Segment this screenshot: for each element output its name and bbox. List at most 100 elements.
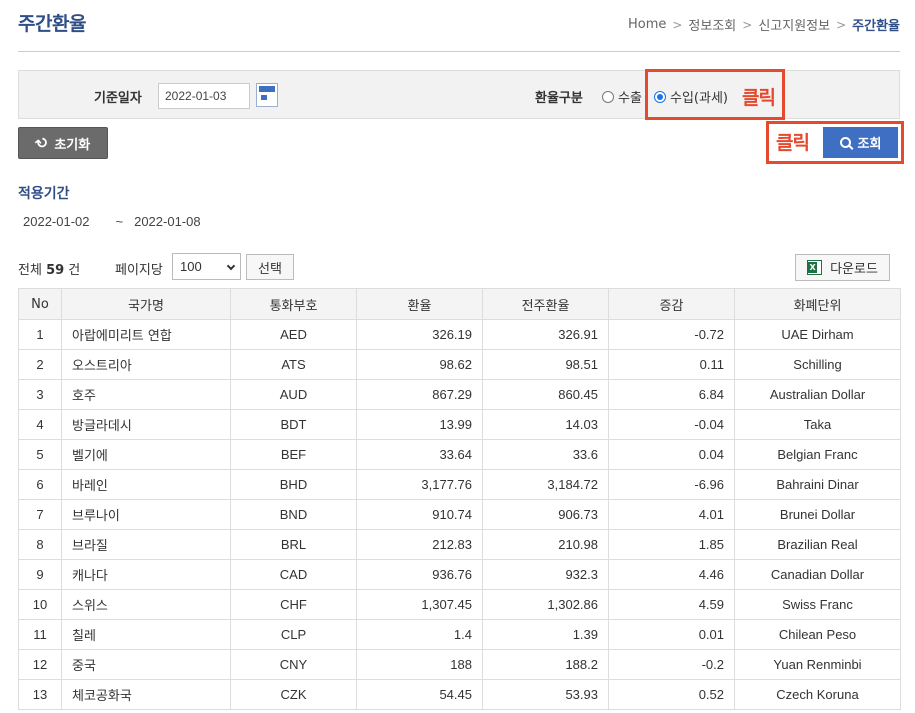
cell-change: 0.01 [608, 619, 735, 650]
cell-no: 5 [18, 439, 62, 470]
cell-currency-code: BRL [230, 529, 357, 560]
cell-change: 1.85 [608, 529, 735, 560]
download-button[interactable]: 다운로드 [795, 254, 890, 281]
cell-change: 4.01 [608, 499, 735, 530]
cell-rate: 1,307.45 [356, 589, 483, 620]
cell-no: 9 [18, 559, 62, 590]
table-row: 13 체코공화국 CZK 54.45 53.93 0.52 Czech Koruna [18, 679, 901, 710]
cell-country: 스위스 [61, 589, 231, 620]
reset-button[interactable]: ↻ 초기화 [18, 127, 108, 159]
chevron-down-icon [226, 261, 236, 271]
cell-prev-rate: 860.45 [482, 379, 609, 410]
total-number: 59 [46, 263, 65, 278]
cell-country: 캐나다 [61, 559, 231, 590]
cell-currency-unit: Czech Koruna [734, 679, 901, 710]
cell-no: 1 [18, 319, 62, 350]
breadcrumb-home[interactable]: Home [628, 17, 666, 32]
cell-change: -0.72 [608, 319, 735, 350]
cell-prev-rate: 3,184.72 [482, 469, 609, 500]
exchange-rate-table: No 국가명 통화부호 환율 전주환율 증감 화폐단위 1 아랍에미리트 연합 AE… [18, 288, 901, 710]
cell-country: 브루나이 [61, 499, 231, 530]
period-range: 2022-01-02 ~ 2022-01-08 [23, 214, 201, 229]
breadcrumb-filing-support[interactable]: 신고지원정보 [758, 15, 830, 34]
cell-currency-code: CNY [230, 649, 357, 680]
table-row: 6 바레인 BHD 3,177.76 3,184.72 -6.96 Bahraini Din… [18, 469, 901, 500]
cell-currency-unit: Bahraini Dinar [734, 469, 901, 500]
radio-export-label: 수출 [618, 91, 642, 106]
header-currency-unit: 화폐단위 [734, 288, 901, 320]
cell-prev-rate: 1,302.86 [482, 589, 609, 620]
chevron-right-icon: > [672, 17, 683, 32]
cell-currency-unit: Schilling [734, 349, 901, 380]
cell-prev-rate: 210.98 [482, 529, 609, 560]
cell-currency-code: BND [230, 499, 357, 530]
table-row: 1 아랍에미리트 연합 AED 326.19 326.91 -0.72 UAE Dirham [18, 319, 901, 350]
cell-currency-unit: Yuan Renminbi [734, 649, 901, 680]
search-button[interactable]: 조회 [823, 127, 898, 158]
calendar-icon[interactable] [256, 83, 278, 107]
chevron-right-icon: > [836, 17, 847, 32]
cell-rate: 936.76 [356, 559, 483, 590]
cell-country: 오스트리아 [61, 349, 231, 380]
perpage-value: 100 [180, 259, 202, 274]
cell-currency-code: CLP [230, 619, 357, 650]
cell-country: 중국 [61, 649, 231, 680]
cell-currency-unit: Belgian Franc [734, 439, 901, 470]
cell-prev-rate: 906.73 [482, 499, 609, 530]
header-currency-code: 통화부호 [230, 288, 357, 320]
table-row: 10 스위스 CHF 1,307.45 1,302.86 4.59 Swiss Franc [18, 589, 901, 620]
radio-export[interactable]: 수출 [602, 87, 642, 106]
cell-no: 7 [18, 499, 62, 530]
table-header-row: No 국가명 통화부호 환율 전주환율 증감 화폐단위 [18, 288, 901, 320]
select-button[interactable]: 선택 [246, 254, 294, 280]
cell-rate: 867.29 [356, 379, 483, 410]
cell-country: 아랍에미리트 연합 [61, 319, 231, 350]
download-button-label: 다운로드 [830, 262, 878, 277]
total-suffix: 건 [68, 263, 81, 278]
breadcrumb-current: 주간환율 [852, 19, 900, 34]
cell-currency-code: BDT [230, 409, 357, 440]
cell-rate: 3,177.76 [356, 469, 483, 500]
cell-prev-rate: 932.3 [482, 559, 609, 590]
cell-currency-code: CAD [230, 559, 357, 590]
cell-country: 브라질 [61, 529, 231, 560]
table-row: 3 호주 AUD 867.29 860.45 6.84 Australian Dollar [18, 379, 901, 410]
cell-currency-unit: UAE Dirham [734, 319, 901, 350]
perpage-label: 페이지당 [115, 263, 163, 278]
date-label: 기준일자 [94, 91, 142, 106]
period-start: 2022-01-02 [23, 214, 90, 229]
annotation-click-2: 클릭 [776, 132, 810, 154]
radio-export-dot[interactable] [602, 90, 614, 103]
annotation-click-1: 클릭 [742, 87, 776, 109]
period-separator: ~ [115, 214, 124, 229]
cell-rate: 1.4 [356, 619, 483, 650]
cell-prev-rate: 33.6 [482, 439, 609, 470]
perpage-select[interactable]: 100 [172, 253, 241, 280]
cell-change: 0.11 [608, 349, 735, 380]
total-prefix: 전체 [18, 263, 42, 278]
cell-change: -6.96 [608, 469, 735, 500]
table-row: 8 브라질 BRL 212.83 210.98 1.85 Brazilian Real [18, 529, 901, 560]
rate-type-label: 환율구분 [535, 91, 583, 106]
cell-currency-unit: Swiss Franc [734, 589, 901, 620]
cell-currency-unit: Taka [734, 409, 901, 440]
chevron-right-icon: > [742, 17, 753, 32]
refresh-icon: ↻ [31, 132, 53, 154]
cell-change: 0.52 [608, 679, 735, 710]
cell-change: 4.46 [608, 559, 735, 590]
header-rate: 환율 [356, 288, 483, 320]
cell-currency-code: AUD [230, 379, 357, 410]
date-input[interactable] [158, 83, 250, 109]
cell-currency-code: CZK [230, 679, 357, 710]
cell-no: 11 [18, 619, 62, 650]
cell-country: 벨기에 [61, 439, 231, 470]
cell-currency-code: CHF [230, 589, 357, 620]
breadcrumb-info-lookup[interactable]: 정보조회 [688, 15, 736, 34]
cell-currency-unit: Brunei Dollar [734, 499, 901, 530]
period-end: 2022-01-08 [134, 214, 201, 229]
header-no: No [18, 288, 62, 320]
cell-change: -0.2 [608, 649, 735, 680]
cell-no: 3 [18, 379, 62, 410]
cell-prev-rate: 1.39 [482, 619, 609, 650]
cell-change: 4.59 [608, 589, 735, 620]
